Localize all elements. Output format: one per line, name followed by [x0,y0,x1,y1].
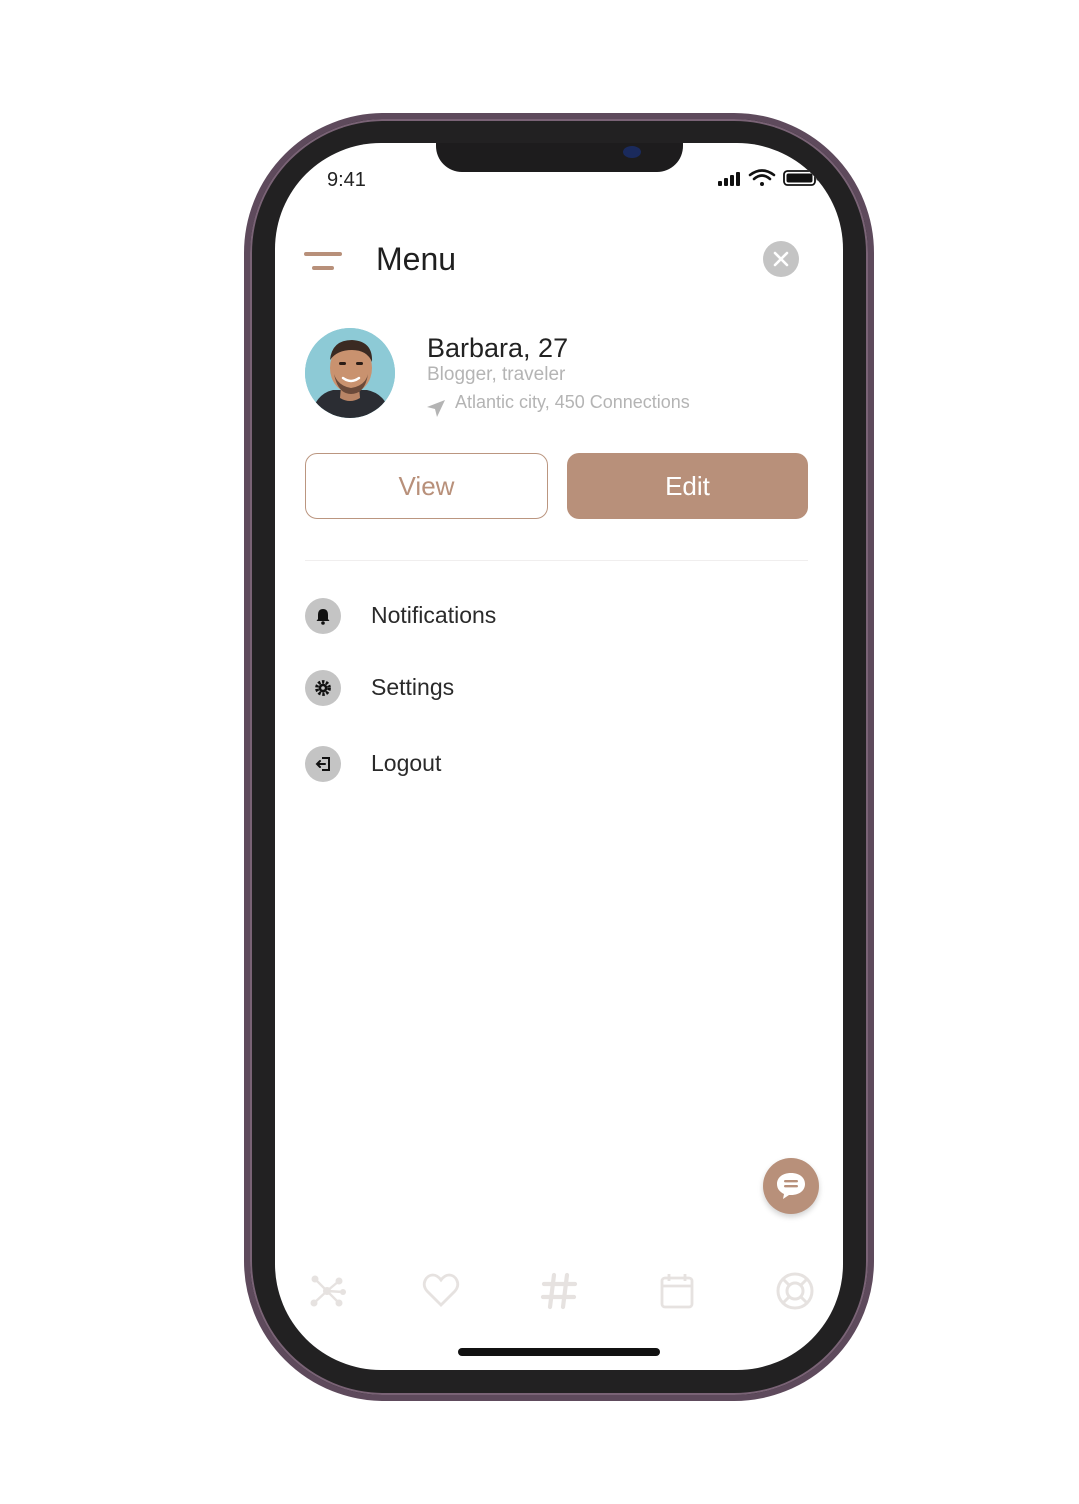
close-button[interactable] [763,241,799,277]
bell-icon [305,598,341,634]
tab-network[interactable] [305,1269,349,1313]
tab-support[interactable] [773,1269,817,1313]
profile-location: Atlantic city, 450 Connections [455,392,690,412]
divider [305,560,808,561]
tab-favorites[interactable] [419,1269,463,1313]
status-time: 9:41 [327,169,366,191]
profile-role: Blogger, traveler [427,364,566,385]
avatar[interactable] [305,328,395,418]
chat-icon [777,1173,805,1199]
gear-icon [305,670,341,706]
profile-name: Barbara, 27 [427,333,569,363]
tab-hashtag[interactable] [537,1269,581,1313]
network-icon [310,1275,346,1307]
heart-icon [423,1273,459,1307]
tab-calendar[interactable] [655,1269,699,1313]
view-profile-button[interactable]: View [305,453,548,519]
hashtag-icon [540,1272,578,1310]
wifi-icon [748,169,776,186]
menu-item-label: Settings [371,674,455,700]
edit-profile-button[interactable]: Edit [567,453,808,519]
logout-icon [305,746,341,782]
location-arrow-icon [427,400,445,417]
page-title: Menu [376,241,457,277]
home-indicator[interactable] [458,1348,660,1356]
signal-icon [718,172,740,186]
menu-icon[interactable] [304,251,344,273]
battery-icon [783,170,819,186]
status-icons [716,167,820,194]
menu-item-label: Notifications [371,602,497,628]
camera-dot [623,146,641,158]
calendar-icon [660,1274,694,1309]
close-icon [773,251,789,267]
notch [436,143,683,172]
phone-screen: 9:41 Menu Barbara, 27 Blogger, traveler … [275,143,843,1370]
lifebuoy-icon [776,1272,814,1310]
chat-fab-button[interactable] [763,1158,819,1214]
menu-item-label: Logout [371,750,442,776]
